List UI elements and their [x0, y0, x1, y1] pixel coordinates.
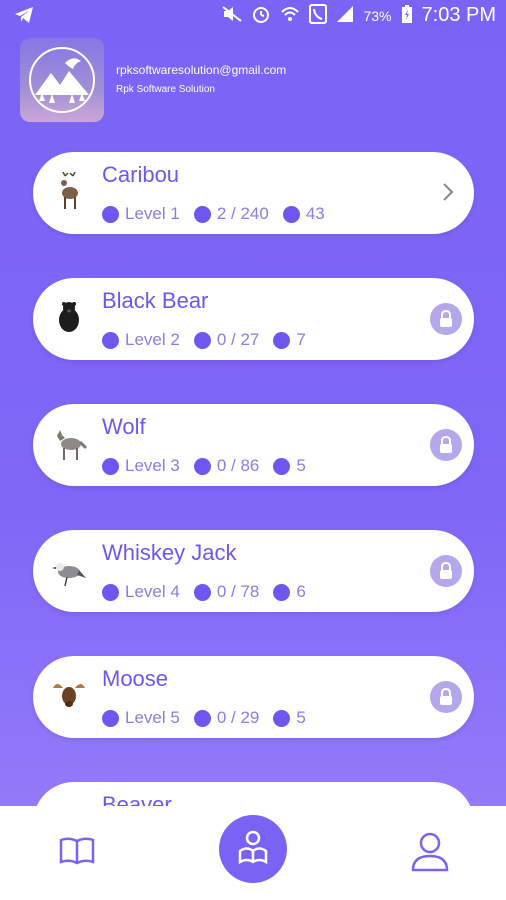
mute-icon — [222, 5, 243, 26]
book-icon[interactable] — [58, 836, 96, 871]
wifi-icon — [280, 5, 300, 26]
user-icon[interactable] — [410, 830, 450, 877]
level-count: 5 — [296, 456, 306, 475]
level-card-moose[interactable]: Moose Level 5 0 / 29 5 — [33, 656, 474, 738]
level-count: 43 — [305, 204, 325, 223]
level-title: Wolf — [102, 414, 146, 439]
level-title: Moose — [102, 666, 169, 691]
reader-icon — [233, 827, 273, 872]
level-number: Level 1 — [125, 204, 180, 223]
profile-email: rpksoftwaresolution@gmail.com — [116, 63, 287, 77]
progress-dot-icon — [193, 709, 211, 727]
phone-icon — [309, 4, 328, 27]
telegram-icon — [14, 6, 34, 27]
profile-header: rpksoftwaresolution@gmail.com Rpk Softwa… — [20, 38, 480, 124]
lock-icon[interactable] — [430, 555, 462, 587]
app-logo — [20, 38, 104, 122]
status-bar: 73% 7:03 PM — [0, 0, 506, 36]
level-dot-icon — [102, 331, 119, 349]
lock-icon[interactable] — [430, 429, 462, 461]
wolf-icon — [51, 424, 88, 464]
signal-icon — [336, 5, 354, 26]
level-progress: 0 / 29 — [216, 708, 260, 727]
level-number: Level 2 — [125, 330, 180, 349]
alarm-icon — [251, 4, 271, 27]
level-count: 6 — [296, 582, 306, 601]
lock-icon[interactable] — [430, 681, 462, 713]
progress-dot-icon — [193, 457, 211, 475]
count-dot-icon — [273, 709, 291, 727]
level-number: Level 5 — [125, 708, 180, 727]
black-bear-icon — [51, 298, 87, 338]
whiskey-jack-icon — [51, 550, 87, 590]
battery-icon — [401, 4, 413, 27]
level-dot-icon — [102, 457, 119, 475]
count-dot-icon — [282, 205, 300, 223]
lock-icon[interactable] — [430, 303, 462, 335]
level-count: 5 — [296, 708, 306, 727]
level-number: Level 3 — [125, 456, 180, 475]
count-dot-icon — [273, 457, 291, 475]
progress-dot-icon — [193, 331, 211, 349]
progress-dot-icon — [193, 583, 211, 601]
battery-percent: 73% — [363, 7, 392, 24]
level-progress: 2 / 240 — [216, 204, 269, 223]
progress-dot-icon — [193, 205, 211, 223]
level-stats: Level 5 0 / 29 5 — [102, 708, 320, 728]
level-dot-icon — [102, 205, 119, 223]
level-stats: Level 4 0 / 78 6 — [102, 582, 320, 602]
count-dot-icon — [273, 583, 291, 601]
chevron-right-icon[interactable] — [442, 182, 454, 207]
level-stats: Level 2 0 / 27 7 — [102, 330, 320, 350]
moose-icon — [51, 676, 87, 716]
level-number: Level 4 — [125, 582, 180, 601]
level-progress: 0 / 86 — [216, 456, 260, 475]
level-card-caribou[interactable]: Caribou Level 1 2 / 240 43 — [33, 152, 474, 234]
level-dot-icon — [102, 583, 119, 601]
level-stats: Level 1 2 / 240 43 — [102, 204, 339, 224]
level-title: Black Bear — [102, 288, 209, 313]
clock-time: 7:03 PM — [421, 4, 496, 26]
level-progress: 0 / 27 — [216, 330, 260, 349]
level-stats: Level 3 0 / 86 5 — [102, 456, 320, 476]
level-card-whiskey-jack[interactable]: Whiskey Jack Level 4 0 / 78 6 — [33, 530, 474, 612]
caribou-icon — [51, 171, 87, 212]
level-card-black-bear[interactable]: Black Bear Level 2 0 / 27 7 — [33, 278, 474, 360]
level-progress: 0 / 78 — [216, 582, 260, 601]
level-dot-icon — [102, 709, 119, 727]
level-card-wolf[interactable]: Wolf Level 3 0 / 86 5 — [33, 404, 474, 486]
level-list: Caribou Level 1 2 / 240 43 Black Bear Le… — [33, 152, 474, 782]
count-dot-icon — [273, 331, 291, 349]
profile-company: Rpk Software Solution — [116, 84, 215, 95]
level-title: Whiskey Jack — [102, 540, 237, 565]
level-title: Caribou — [102, 162, 180, 187]
level-count: 7 — [296, 330, 306, 349]
reader-button[interactable] — [219, 815, 287, 883]
